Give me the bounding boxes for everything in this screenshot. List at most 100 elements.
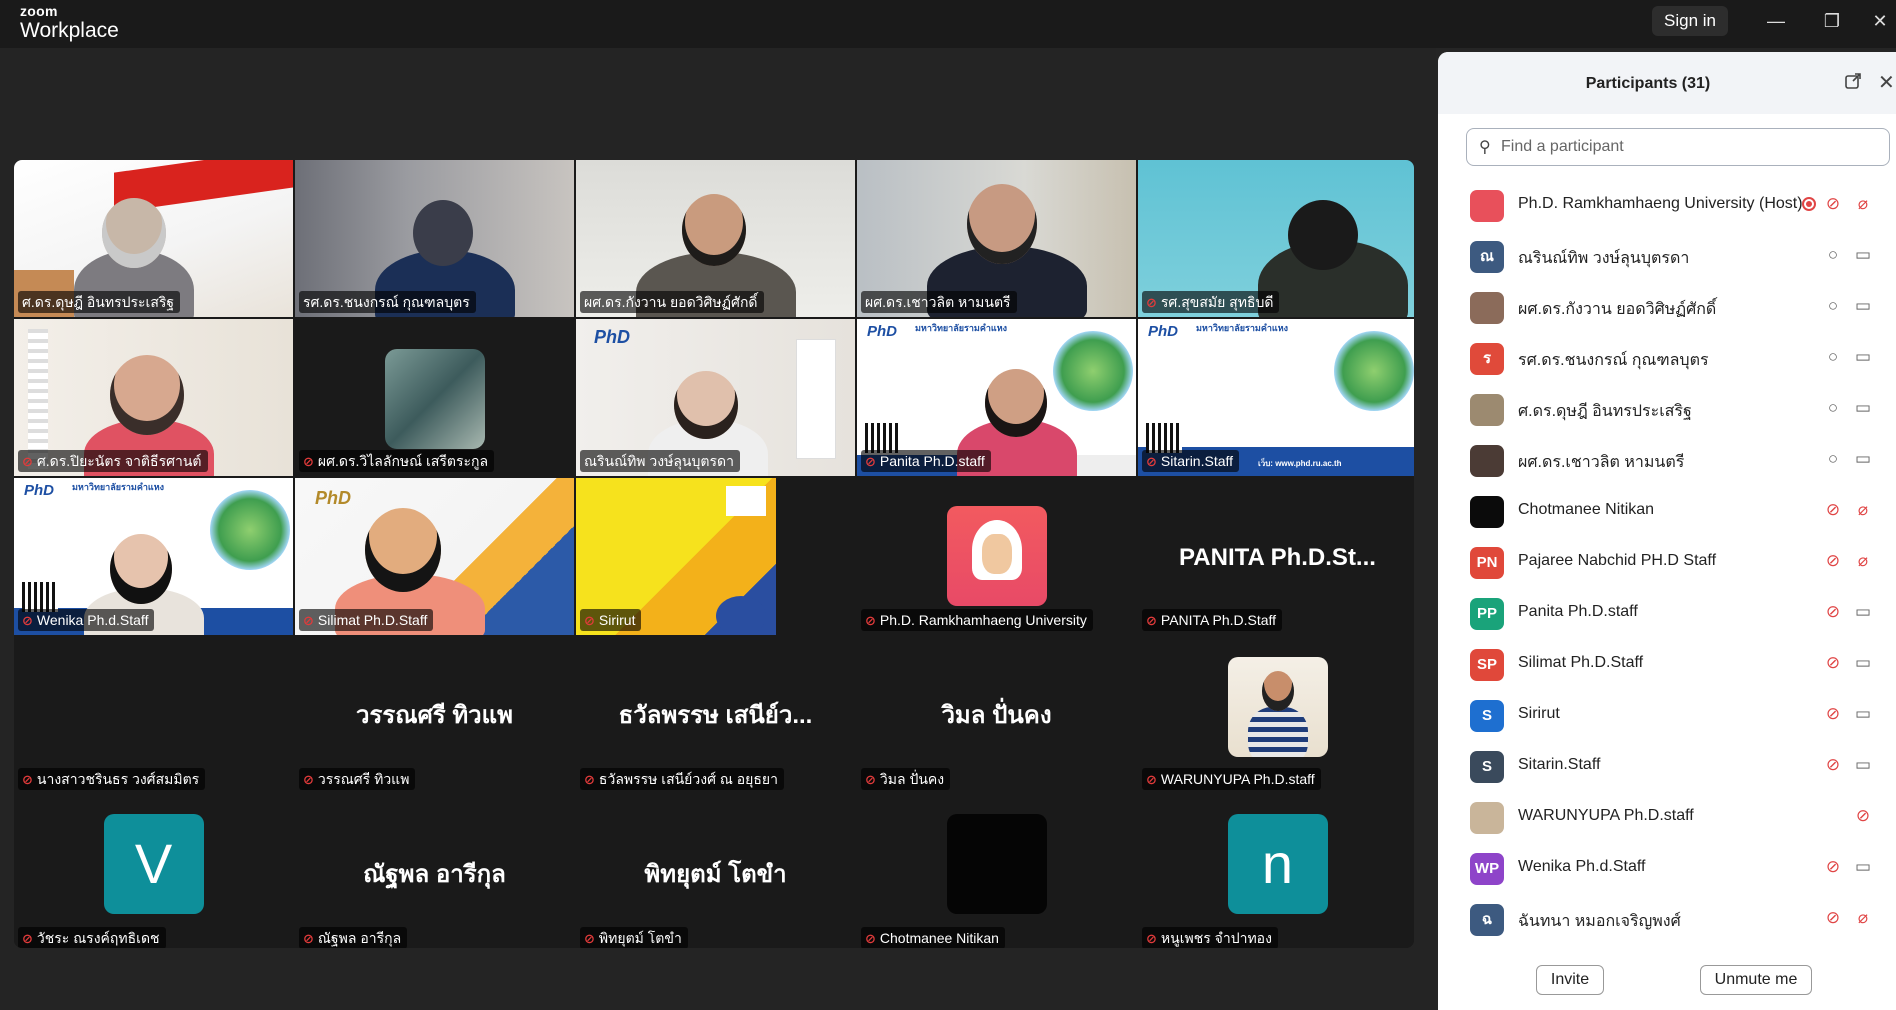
participant-row[interactable]: ศ.ดร.ดุษฎี อินทรประเสริฐ ○ ▭ — [1438, 384, 1896, 435]
close-panel-icon[interactable]: ✕ — [1878, 70, 1896, 94]
participant-row[interactable]: S Sitarin.Staff ⊘ ▭ — [1438, 741, 1896, 792]
mic-muted-icon[interactable]: ⊘ — [1822, 602, 1844, 622]
video-tile[interactable]: ธวัลพรรษ เสนีย์ว... ⊘ ธวัลพรรษ เสนีย์วงศ์… — [576, 637, 855, 794]
participant-avatar: SP — [1470, 649, 1504, 681]
sign-in-button[interactable]: Sign in — [1652, 6, 1728, 36]
participant-row[interactable]: ผศ.ดร.เชาวลิต หามนตรี ○ ▭ — [1438, 435, 1896, 486]
participant-name-tag: ⊘ ธวัลพรรษ เสนีย์วงศ์ ณ อยุธยา — [580, 768, 784, 790]
minimize-icon[interactable]: — — [1756, 6, 1796, 36]
restore-icon[interactable]: ❐ — [1812, 6, 1852, 36]
participant-row[interactable]: WARUNYUPA Ph.D.staff ⊘ — [1438, 792, 1896, 843]
search-icon: ⚲ — [1479, 139, 1491, 156]
participant-search[interactable]: ⚲ — [1466, 128, 1890, 166]
video-tile[interactable]: ผศ.ดร.เชาวลิต หามนตรี — [857, 160, 1136, 317]
video-tile[interactable]: ⊘ ศ.ดร.ปิยะนัตร จาติธีรศานต์ — [14, 319, 293, 476]
video-tile[interactable]: ⊘ WARUNYUPA Ph.D.staff — [1138, 637, 1414, 794]
participant-row[interactable]: S Sirirut ⊘ ▭ — [1438, 690, 1896, 741]
participant-row[interactable]: ร รศ.ดร.ชนงกรณ์ กุณฑลบุตร ○ ▭ — [1438, 333, 1896, 384]
video-tile[interactable]: PhD มหาวิทยาลัยรามคำแหง เว็บ: www.phd.ru… — [1138, 319, 1414, 476]
close-window-icon[interactable]: ✕ — [1860, 6, 1896, 36]
mic-muted-icon[interactable]: ⊘ — [1822, 194, 1844, 214]
video-icon[interactable]: ▭ — [1852, 296, 1874, 316]
participant-row-name: ศ.ดร.ดุษฎี อินทรประเสริฐ — [1518, 403, 1692, 420]
participant-row[interactable]: PP Panita Ph.D.staff ⊘ ▭ — [1438, 588, 1896, 639]
participant-row[interactable]: ณ ณรินณ์ทิพ วงษ์ลุนบุตรดา ○ ▭ — [1438, 231, 1896, 282]
participant-name: ธวัลพรรษ เสนีย์วงศ์ ณ อยุธยา — [598, 771, 778, 787]
video-icon[interactable]: ▭ — [1852, 347, 1874, 367]
video-tile[interactable]: พิทยุตม์ โตขำ ⊘ พิทยุตม์ โตขำ — [576, 796, 855, 948]
video-icon[interactable]: ▭ — [1852, 449, 1874, 469]
video-off-icon[interactable]: ⌀ — [1852, 551, 1874, 571]
qr-code — [865, 423, 901, 453]
participant-name: Ph.D. Ramkhamhaeng University — [879, 612, 1087, 628]
participant-avatar: PN — [1470, 547, 1504, 579]
participant-row-name: ณรินณ์ทิพ วงษ์ลุนบุตรดา — [1518, 250, 1690, 267]
mic-muted-icon[interactable]: ⊘ — [1822, 755, 1844, 775]
video-tile[interactable]: ⊘ Sirirut — [576, 478, 776, 635]
participant-row-name: ฉันทนา หมอกเจริญพงศ์ — [1518, 913, 1681, 930]
participant-row[interactable]: Chotmanee Nitikan ⊘ ⌀ — [1438, 486, 1896, 537]
video-icon[interactable]: ▭ — [1852, 653, 1874, 673]
video-tile[interactable]: PhD มหาวิทยาลัยรามคำแหง ⊘ Wenika Ph.d.Sta… — [14, 478, 293, 635]
video-icon[interactable]: ▭ — [1852, 602, 1874, 622]
video-tile[interactable]: วิมล ปั่นคง ⊘ วิมล ปั่นคง — [857, 637, 1136, 794]
participant-row[interactable]: WP Wenika Ph.d.Staff ⊘ ▭ — [1438, 843, 1896, 894]
participant-avatar: ร — [1470, 343, 1504, 375]
video-tile[interactable]: ⊘ นางสาวชรินธร วงศ์สมมิตร — [14, 637, 293, 794]
mic-icon[interactable]: ○ — [1822, 347, 1844, 367]
participant-avatar: PP — [1470, 598, 1504, 630]
mic-muted-icon[interactable]: ⊘ — [1822, 653, 1844, 673]
mic-muted-icon[interactable]: ⊘ — [1822, 500, 1844, 520]
mic-muted-icon[interactable]: ⊘ — [1822, 908, 1844, 928]
video-tile[interactable]: วรรณศรี ทิวแพ ⊘ วรรณศรี ทิวแพ — [295, 637, 574, 794]
video-icon[interactable]: ▭ — [1852, 857, 1874, 877]
mic-icon[interactable]: ○ — [1822, 296, 1844, 316]
mic-icon[interactable]: ○ — [1822, 398, 1844, 418]
video-tile[interactable]: รศ.ดร.ชนงกรณ์ กุณฑลบุตร — [295, 160, 574, 317]
video-icon[interactable]: ▭ — [1852, 755, 1874, 775]
video-tile[interactable]: ศ.ดร.ดุษฎี อินทรประเสริฐ — [14, 160, 293, 317]
phd-logo: PhD — [867, 323, 897, 340]
popout-icon[interactable] — [1844, 72, 1864, 92]
phd-logo: PhD — [315, 488, 351, 508]
video-off-icon[interactable]: ⌀ — [1852, 194, 1874, 214]
mic-icon[interactable]: ○ — [1822, 449, 1844, 469]
search-input[interactable] — [1501, 135, 1881, 159]
participant-row[interactable]: Ph.D. Ramkhamhaeng University (Host) ⊘ ⌀ — [1438, 180, 1896, 231]
participant-name-tag: ⊘ ศ.ดร.ปิยะนัตร จาติธีรศานต์ — [18, 450, 208, 472]
video-tile-active-speaker[interactable]: ผศ.ดร.กังวาน ยอดวิศิษฏ์ศักดิ์ — [576, 160, 855, 317]
invite-button[interactable]: Invite — [1536, 965, 1604, 995]
video-icon[interactable]: ▭ — [1852, 398, 1874, 418]
participant-row[interactable]: ผศ.ดร.กังวาน ยอดวิศิษฏ์ศักดิ์ ○ ▭ — [1438, 282, 1896, 333]
unmute-me-button[interactable]: Unmute me — [1700, 965, 1812, 995]
video-icon[interactable]: ▭ — [1852, 704, 1874, 724]
video-tile[interactable]: PhD ณรินณ์ทิพ วงษ์ลุนบุตรดา — [576, 319, 855, 476]
participant-name: รศ.ดร.ชนงกรณ์ กุณฑลบุตร — [303, 294, 470, 310]
video-tile[interactable]: ⊘ Chotmanee Nitikan — [857, 796, 1136, 948]
video-tile[interactable]: ⊘ Ph.D. Ramkhamhaeng University — [857, 478, 1136, 635]
video-tile[interactable]: V ⊘ วัชระ ณรงค์ฤทธิเดช — [14, 796, 293, 948]
mic-muted-icon[interactable]: ⊘ — [1822, 551, 1844, 571]
mic-muted-icon[interactable]: ⊘ — [1822, 857, 1844, 877]
video-off-icon[interactable]: ⌀ — [1852, 908, 1874, 928]
participant-row-name: Wenika Ph.d.Staff — [1518, 858, 1646, 875]
video-off-icon[interactable]: ⌀ — [1852, 500, 1874, 520]
mic-muted-icon[interactable]: ⊘ — [1852, 806, 1874, 826]
participant-row[interactable]: ฉ ฉันทนา หมอกเจริญพงศ์ ⊘ ⌀ — [1438, 894, 1896, 945]
participant-name-tag: ⊘ วรรณศรี ทิวแพ — [299, 768, 416, 790]
host-avatar — [946, 506, 1047, 606]
participant-name-tag: ⊘ Sirirut — [580, 609, 642, 631]
mic-icon[interactable]: ○ — [1822, 245, 1844, 265]
video-tile[interactable]: ⊘ ผศ.ดร.วิไลลักษณ์ เสรีตระกูล — [295, 319, 574, 476]
video-tile[interactable]: PhD มหาวิทยาลัยรามคำแหง ⊘ Panita Ph.D.sta… — [857, 319, 1136, 476]
video-tile[interactable]: ⊘ รศ.สุขสมัย สุทธิบดี — [1138, 160, 1414, 317]
participant-row[interactable]: SP Silimat Ph.D.Staff ⊘ ▭ — [1438, 639, 1896, 690]
video-tile[interactable]: PhD ⊘ Silimat Ph.D.Staff — [295, 478, 574, 635]
video-tile[interactable]: PANITA Ph.D.St... ⊘ PANITA Ph.D.Staff — [1138, 478, 1414, 635]
video-icon[interactable]: ▭ — [1852, 245, 1874, 265]
video-tile[interactable]: ณัฐพล อารีกุล ⊘ ณัฐพล อารีกุล — [295, 796, 574, 948]
participant-row[interactable]: PN Pajaree Nabchid PH.D Staff ⊘ ⌀ — [1438, 537, 1896, 588]
mic-muted-icon[interactable]: ⊘ — [1822, 704, 1844, 724]
video-tile[interactable]: n ⊘ หนูเพชร จำปาทอง — [1138, 796, 1414, 948]
participant-display-name: วิมล ปั่นคง — [941, 702, 1052, 729]
